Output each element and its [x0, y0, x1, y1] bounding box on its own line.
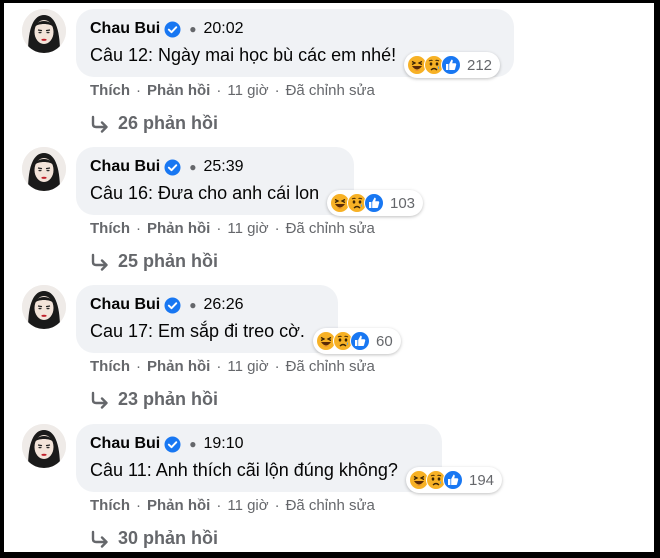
reactions-summary[interactable]: 60: [313, 328, 401, 354]
replies-count-label: 23 phản hồi: [118, 389, 219, 409]
comment-time[interactable]: 26:26: [203, 296, 243, 314]
comment-bubble: Chau Bui ● 25:39 Câu 16: Đưa cho anh cái…: [76, 147, 424, 216]
separator-dot: ·: [274, 497, 280, 514]
avatar-portrait-icon: [22, 285, 66, 329]
comment-age[interactable]: 11 giờ: [227, 497, 268, 514]
separator-dot: ·: [216, 82, 222, 99]
comment-age[interactable]: 11 giờ: [227, 220, 268, 237]
edited-label: Đã chỉnh sửa: [285, 358, 375, 375]
comment-text: Câu 11: Anh thích cãi lộn đúng không?: [90, 460, 398, 480]
separator-dot: ·: [216, 220, 222, 237]
comment-time[interactable]: 25:39: [203, 158, 243, 176]
edited-label: Đã chỉnh sửa: [285, 220, 375, 237]
separator-dot: ·: [136, 220, 141, 237]
comment-thread: Chau Bui ● 20:02 Câu 12: Ngày mai học bù…: [4, 3, 654, 552]
reply-arrow-icon: [91, 530, 108, 548]
reaction-count: 212: [467, 56, 493, 74]
separator-dot: ●: [189, 160, 197, 174]
edited-label: Đã chỉnh sửa: [285, 82, 375, 99]
separator-dot: ·: [274, 220, 280, 237]
like-icon: [350, 331, 370, 351]
edited-label: Đã chỉnh sửa: [285, 497, 375, 514]
reaction-count: 60: [376, 332, 393, 350]
like-icon: [443, 470, 463, 490]
view-replies-button[interactable]: 26 phản hồi: [90, 113, 218, 134]
replies-count-label: 25 phản hồi: [118, 251, 219, 271]
comment-bubble: Chau Bui ● 26:26 Cau 17: Em sắp đi treo …: [76, 285, 401, 354]
comment-actions: Thích · Phản hồi · 11 giờ · Đã chỉnh sửa: [90, 82, 375, 99]
comment-header: Chau Bui ● 19:10: [90, 433, 244, 455]
reply-arrow-icon: [91, 115, 108, 133]
comment-header: Chau Bui ● 26:26: [90, 294, 244, 316]
comment-text: Câu 12: Ngày mai học bù các em nhé!: [90, 45, 397, 65]
comment-age[interactable]: 11 giờ: [227, 358, 268, 375]
separator-dot: ●: [189, 298, 197, 312]
view-replies-button[interactable]: 23 phản hồi: [90, 389, 218, 410]
avatar-portrait-icon: [22, 424, 66, 468]
reply-arrow-icon: [91, 253, 108, 271]
like-button[interactable]: Thích: [90, 497, 130, 514]
verified-badge-icon: [164, 436, 181, 453]
like-button[interactable]: Thích: [90, 220, 130, 237]
separator-dot: ·: [274, 358, 280, 375]
reply-button[interactable]: Phản hồi: [147, 82, 210, 99]
like-icon: [364, 193, 384, 213]
reactions-summary[interactable]: 103: [327, 190, 424, 216]
separator-dot: ·: [216, 497, 222, 514]
avatar-portrait-icon: [22, 9, 66, 53]
avatar-portrait-icon: [22, 147, 66, 191]
comment-text: Cau 17: Em sắp đi treo cờ.: [90, 321, 305, 341]
comment-actions: Thích · Phản hồi · 11 giờ · Đã chỉnh sửa: [90, 497, 375, 514]
reply-arrow-icon: [91, 391, 108, 409]
view-replies-button[interactable]: 25 phản hồi: [90, 251, 218, 272]
comment-actions: Thích · Phản hồi · 11 giờ · Đã chỉnh sửa: [90, 358, 375, 375]
comment-bubble: Chau Bui ● 20:02 Câu 12: Ngày mai học bù…: [76, 9, 514, 78]
comment-text: Câu 16: Đưa cho anh cái lon: [90, 183, 320, 203]
separator-dot: ·: [216, 358, 222, 375]
verified-badge-icon: [164, 159, 181, 176]
reply-button[interactable]: Phản hồi: [147, 497, 210, 514]
comment: Chau Bui ● 19:10 Câu 11: Anh thích cãi l…: [4, 418, 654, 552]
reactions-summary[interactable]: 194: [406, 467, 503, 493]
reply-button[interactable]: Phản hồi: [147, 220, 210, 237]
comment-time[interactable]: 19:10: [203, 435, 243, 453]
avatar[interactable]: [22, 285, 66, 329]
avatar[interactable]: [22, 147, 66, 191]
comment-actions: Thích · Phản hồi · 11 giờ · Đã chỉnh sửa: [90, 220, 375, 237]
comment: Chau Bui ● 25:39 Câu 16: Đưa cho anh cái…: [4, 141, 654, 279]
reaction-count: 194: [469, 471, 495, 489]
replies-count-label: 30 phản hồi: [118, 528, 219, 548]
separator-dot: ●: [189, 437, 197, 451]
comment-header: Chau Bui ● 20:02: [90, 18, 244, 40]
comment: Chau Bui ● 26:26 Cau 17: Em sắp đi treo …: [4, 279, 654, 417]
like-icon: [441, 55, 461, 75]
avatar[interactable]: [22, 424, 66, 468]
separator-dot: ●: [189, 22, 197, 36]
replies-count-label: 26 phản hồi: [118, 113, 219, 133]
reply-button[interactable]: Phản hồi: [147, 358, 210, 375]
separator-dot: ·: [274, 82, 280, 99]
reaction-count: 103: [390, 194, 416, 212]
separator-dot: ·: [136, 82, 141, 99]
comment-bubble: Chau Bui ● 19:10 Câu 11: Anh thích cãi l…: [76, 424, 503, 493]
author-name[interactable]: Chau Bui: [90, 435, 160, 453]
separator-dot: ·: [136, 497, 141, 514]
author-name[interactable]: Chau Bui: [90, 20, 160, 38]
verified-badge-icon: [164, 21, 181, 38]
verified-badge-icon: [164, 297, 181, 314]
comment: Chau Bui ● 20:02 Câu 12: Ngày mai học bù…: [4, 3, 654, 141]
author-name[interactable]: Chau Bui: [90, 296, 160, 314]
author-name[interactable]: Chau Bui: [90, 158, 160, 176]
comment-header: Chau Bui ● 25:39: [90, 156, 244, 178]
view-replies-button[interactable]: 30 phản hồi: [90, 528, 218, 549]
separator-dot: ·: [136, 358, 141, 375]
like-button[interactable]: Thích: [90, 358, 130, 375]
comment-time[interactable]: 20:02: [203, 20, 243, 38]
reactions-summary[interactable]: 212: [404, 52, 501, 78]
like-button[interactable]: Thích: [90, 82, 130, 99]
avatar[interactable]: [22, 9, 66, 53]
comment-age[interactable]: 11 giờ: [227, 82, 268, 99]
